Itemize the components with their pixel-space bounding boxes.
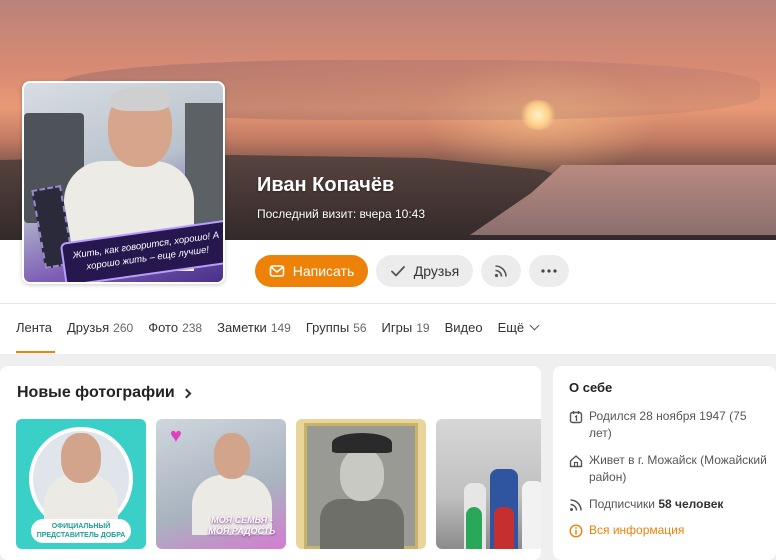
more-actions-button[interactable] <box>529 255 569 287</box>
about-subscribers[interactable]: Подписчики 58 человек <box>569 496 769 513</box>
soldier-uniform <box>320 499 404 549</box>
tab-label: Лента <box>16 320 52 335</box>
tab-more[interactable]: Ещё <box>497 320 540 335</box>
tab-video[interactable]: Видео <box>445 320 483 335</box>
person <box>494 507 514 549</box>
photo-thumbnail[interactable] <box>296 419 426 549</box>
photo-caption: ОФИЦИАЛЬНЫЙ ПРЕДСТАВИТЕЛЬ ДОБРА <box>31 519 131 543</box>
new-photos-card: Новые фотографии ОФИЦИАЛЬНЫЙ ПРЕДСТАВИТЕ… <box>0 366 541 560</box>
active-tab-indicator <box>16 351 55 353</box>
profile-name: Иван Копачёв <box>257 174 395 196</box>
tab-label: Группы <box>305 320 350 335</box>
tab-label: Игры <box>381 320 413 335</box>
mail-icon <box>269 265 285 277</box>
heart-icon: ♥ <box>170 425 182 447</box>
person <box>522 481 541 549</box>
sun <box>520 100 556 130</box>
about-location-text: Живет в г. Можайск (Можайский район) <box>589 453 767 484</box>
tab-label: Заметки <box>217 320 267 335</box>
chevron-down-icon <box>529 320 540 331</box>
tab-photos[interactable]: Фото 238 <box>148 320 202 335</box>
subscribers-value: 58 человек <box>658 497 724 511</box>
photo-thumbnail[interactable] <box>436 419 541 549</box>
tab-label: Ещё <box>497 320 525 335</box>
tab-count: 19 <box>416 320 430 335</box>
tab-count: 260 <box>113 320 134 335</box>
home-icon <box>569 455 583 468</box>
about-card: О себе Родился 28 ноября 1947 (75 лет) Ж… <box>553 366 776 560</box>
write-message-label: Написать <box>292 263 355 279</box>
header-divider <box>0 303 776 304</box>
write-message-button[interactable]: Написать <box>255 255 368 287</box>
tab-label: Фото <box>148 320 179 335</box>
tab-count: 238 <box>182 320 203 335</box>
rss-icon <box>494 265 507 278</box>
more-dots-icon <box>541 269 557 273</box>
person-face <box>214 433 250 479</box>
calendar-icon <box>569 411 583 424</box>
rss-icon <box>570 499 582 511</box>
tab-notes[interactable]: Заметки 149 <box>217 320 291 335</box>
soldier-face <box>340 449 384 501</box>
last-visit: Последний визит: вчера 10:43 <box>257 207 425 221</box>
chevron-right-icon <box>181 388 192 398</box>
subscribers-prefix: Подписчики <box>589 497 656 511</box>
tab-label: Видео <box>444 320 483 335</box>
profile-tabs: Лента Друзья 260 Фото 238 Заметки 149 Гр… <box>16 320 553 335</box>
checkmark-icon <box>390 266 405 277</box>
tab-friends[interactable]: Друзья 260 <box>67 320 133 335</box>
new-photos-title-text: Новые фотографии <box>17 384 175 401</box>
person-hair <box>110 87 170 111</box>
tab-count: 149 <box>270 320 291 335</box>
tab-games[interactable]: Игры 19 <box>382 320 430 335</box>
person-face <box>61 433 101 483</box>
tab-groups[interactable]: Группы 56 <box>306 320 367 335</box>
tab-count: 56 <box>353 320 367 335</box>
photo-thumbnail[interactable]: ♥ МОЯ СЕМЬЯ - МОЯ РАДОСТЬ <box>156 419 286 549</box>
about-location: Живет в г. Можайск (Можайский район) <box>569 452 769 486</box>
tab-label: Друзья <box>66 320 110 335</box>
tab-feed[interactable]: Лента <box>16 320 52 335</box>
about-title: О себе <box>569 380 613 395</box>
about-subscribers-text: Подписчики 58 человек <box>589 496 723 513</box>
all-info-link[interactable]: Вся информация <box>569 522 769 539</box>
new-photos-title[interactable]: Новые фотографии <box>17 384 192 402</box>
about-birthday: Родился 28 ноября 1947 (75 лет) <box>569 408 769 442</box>
info-icon <box>569 524 583 538</box>
friends-label: Друзья <box>413 263 460 279</box>
friends-button[interactable]: Друзья <box>376 255 473 287</box>
avatar[interactable]: Жить, как говорится, хорошо! А хорошо жи… <box>22 81 225 284</box>
about-birthday-text: Родился 28 ноября 1947 (75 лет) <box>589 409 747 440</box>
photo-thumbnail[interactable]: ОФИЦИАЛЬНЫЙ ПРЕДСТАВИТЕЛЬ ДОБРА <box>16 419 146 549</box>
person <box>466 507 482 549</box>
subscribe-button[interactable] <box>481 255 521 287</box>
soldier-cap <box>332 433 392 453</box>
photo-caption: МОЯ СЕМЬЯ - МОЯ РАДОСТЬ <box>208 515 276 536</box>
all-info-text: Вся информация <box>589 523 685 537</box>
